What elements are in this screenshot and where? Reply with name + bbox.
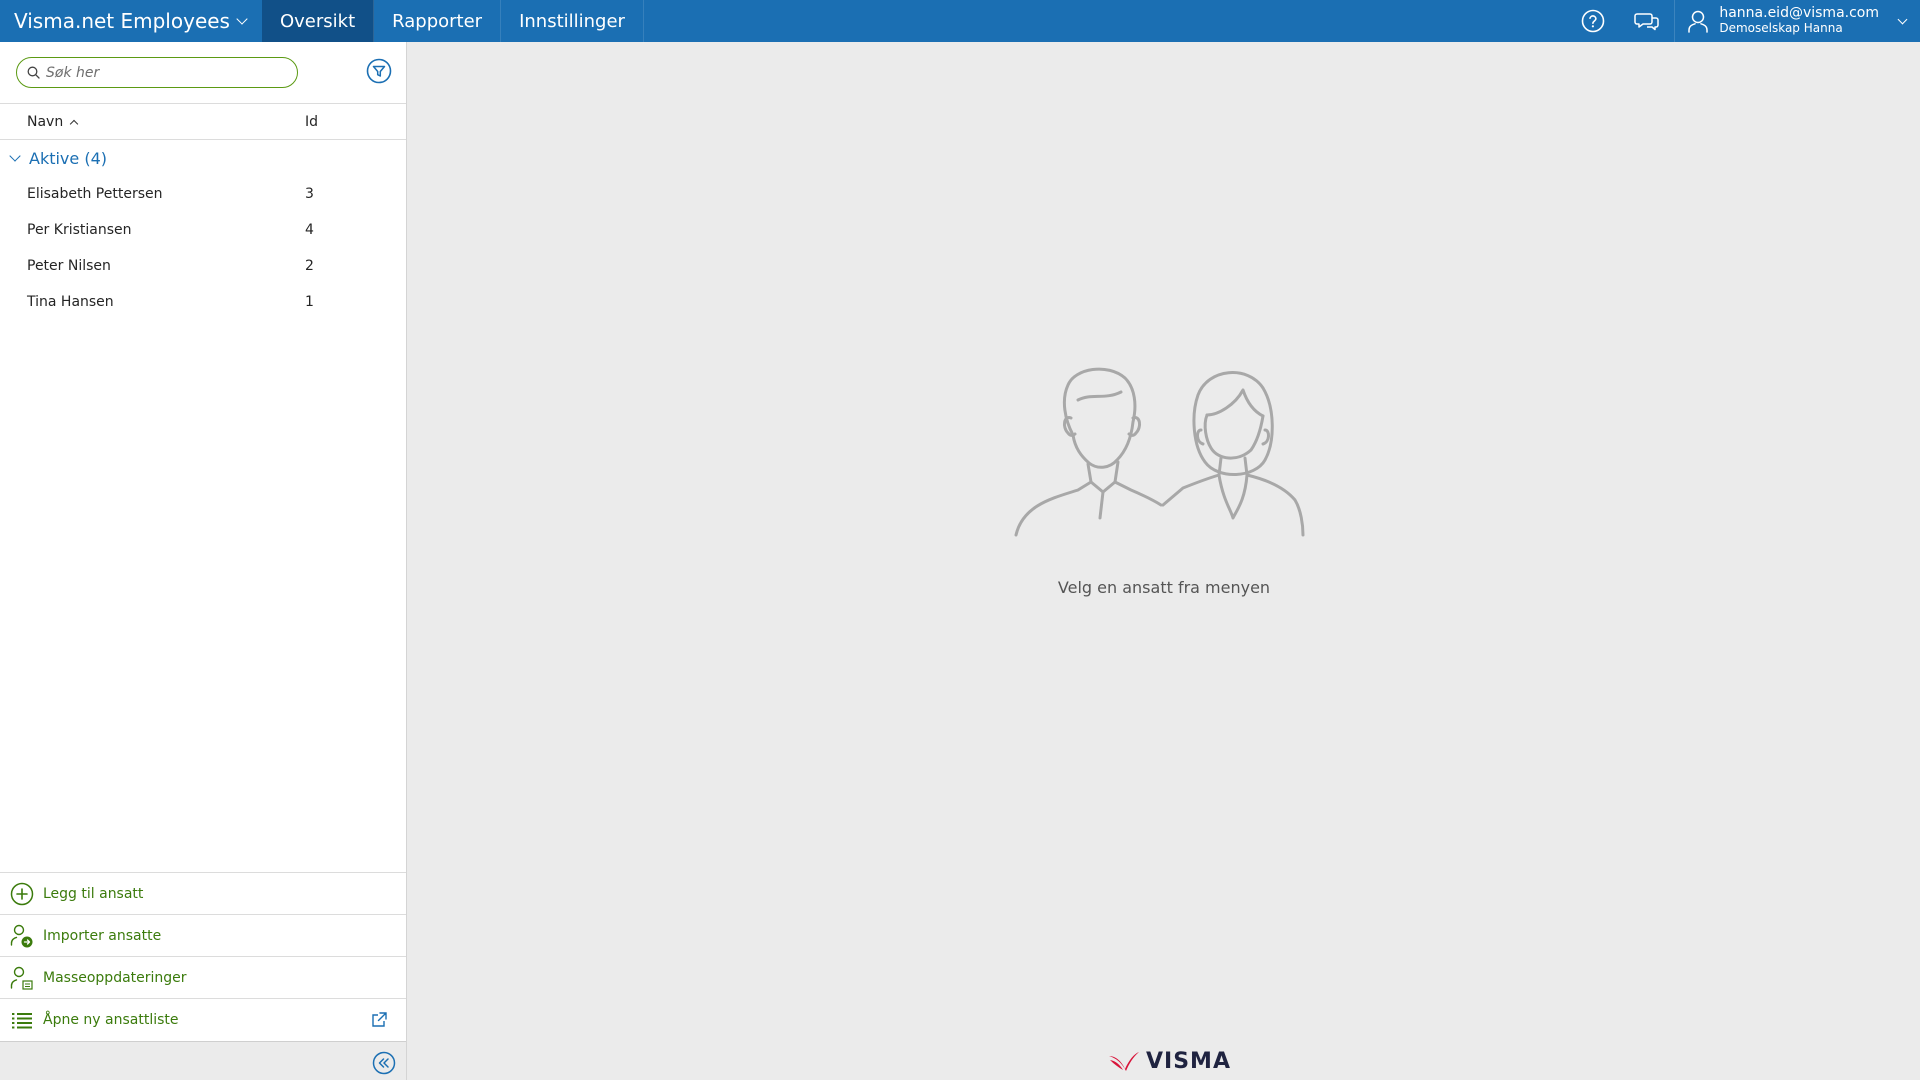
search-row: [0, 42, 406, 104]
collapse-sidebar-icon[interactable]: [372, 1051, 396, 1075]
user-email: hanna.eid@visma.com: [1719, 5, 1879, 21]
action-label: Åpne ny ansattliste: [43, 1011, 179, 1028]
sort-by-id[interactable]: Id: [305, 114, 318, 130]
search-input[interactable]: [46, 64, 266, 81]
chat-icon: [1634, 13, 1660, 31]
visma-logo-text: VISMA: [1146, 1048, 1231, 1074]
tab-label: Rapporter: [392, 10, 483, 32]
chevron-down-icon: [236, 13, 248, 25]
main-content: Velg en ansatt fra menyen VISMA: [408, 42, 1920, 1080]
user-icon: [1688, 10, 1709, 33]
chevron-down-icon: [9, 149, 21, 162]
tab-oversikt[interactable]: Oversikt: [261, 0, 375, 42]
external-link-icon[interactable]: [370, 1011, 388, 1029]
search-icon: [27, 66, 40, 79]
employee-row[interactable]: Per Kristiansen 4: [0, 212, 406, 248]
chevron-down-icon: [1897, 14, 1908, 24]
sort-ascending-icon: [69, 119, 79, 128]
tab-innstillinger[interactable]: Innstillinger: [501, 0, 644, 42]
group-label: Aktive (4): [29, 148, 107, 168]
employee-name: Tina Hansen: [27, 294, 114, 310]
filter-icon[interactable]: [366, 58, 392, 84]
top-bar: Visma.net Employees Oversikt Rapporter I…: [0, 0, 1920, 42]
employee-id: 1: [305, 294, 314, 310]
import-user-icon: [10, 924, 33, 949]
action-label: Masseoppdateringer: [43, 969, 187, 986]
sidebar-actions: Legg til ansatt Importer ansatte Masseop…: [0, 872, 406, 1040]
app-title: Visma.net Employees: [14, 9, 230, 33]
employee-name: Peter Nilsen: [27, 258, 111, 274]
employee-id: 4: [305, 222, 314, 238]
column-id-label: Id: [305, 113, 319, 130]
sort-by-name[interactable]: Navn: [0, 114, 305, 130]
mass-update-icon: [10, 966, 33, 991]
employee-sidebar: Navn Id Aktive (4) Elisabeth Pettersen 3…: [0, 42, 407, 1080]
column-header: Navn Id: [0, 104, 406, 140]
employee-row[interactable]: Tina Hansen 1: [0, 284, 406, 320]
collapse-bar: [0, 1041, 406, 1080]
employee-row[interactable]: Peter Nilsen 2: [0, 248, 406, 284]
employee-name: Per Kristiansen: [27, 222, 132, 238]
tab-label: Oversikt: [279, 10, 356, 32]
app-switcher[interactable]: Visma.net Employees: [0, 0, 262, 42]
plus-circle-icon: [10, 882, 34, 905]
search-box[interactable]: [16, 57, 298, 88]
employee-id: 2: [305, 258, 314, 274]
tab-label: Innstillinger: [519, 10, 625, 32]
open-employee-list-button[interactable]: Åpne ny ansattliste: [0, 998, 406, 1040]
mass-update-button[interactable]: Masseoppdateringer: [0, 956, 406, 998]
user-company: Demoselskap Hanna: [1719, 21, 1843, 35]
empty-state-message: Velg en ansatt fra menyen: [1057, 578, 1271, 597]
visma-logo: VISMA: [1108, 1046, 1231, 1076]
employee-name: Elisabeth Pettersen: [27, 186, 163, 202]
user-menu[interactable]: hanna.eid@visma.com Demoselskap Hanna: [1674, 0, 1920, 42]
list-icon: [12, 1012, 32, 1028]
help-button[interactable]: [1566, 0, 1620, 42]
employees-illustration: [1014, 367, 1305, 537]
action-label: Legg til ansatt: [43, 885, 144, 902]
column-name-label: Navn: [27, 113, 64, 130]
employee-row[interactable]: Elisabeth Pettersen 3: [0, 176, 406, 212]
add-employee-button[interactable]: Legg til ansatt: [0, 872, 406, 914]
chat-button[interactable]: [1620, 0, 1674, 42]
employee-id: 3: [305, 186, 314, 202]
import-employees-button[interactable]: Importer ansatte: [0, 914, 406, 956]
group-aktive[interactable]: Aktive (4): [0, 140, 406, 176]
help-icon: [1582, 9, 1605, 33]
tab-rapporter[interactable]: Rapporter: [374, 0, 502, 42]
visma-swoosh-icon: [1109, 1052, 1139, 1071]
action-label: Importer ansatte: [43, 927, 162, 944]
